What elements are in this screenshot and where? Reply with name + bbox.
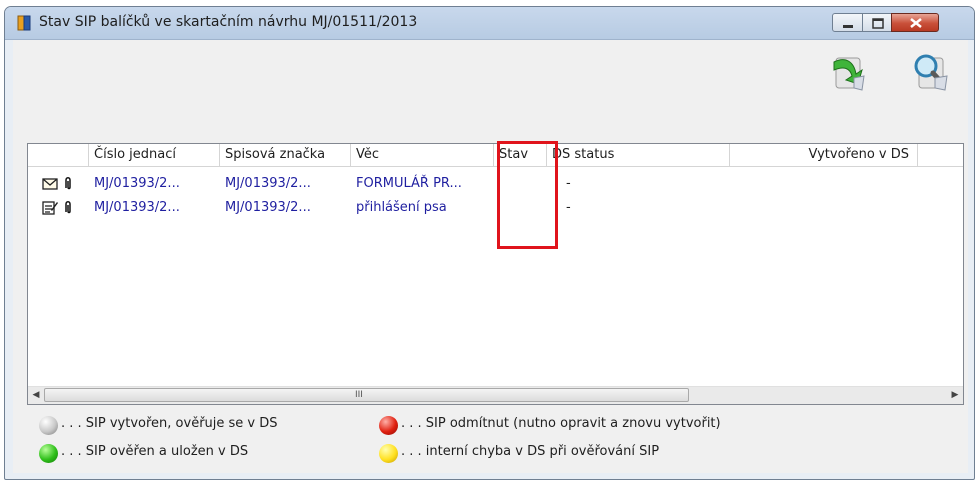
cell-ds-status: - [566,176,571,191]
column-header-ds-status[interactable]: DS status [547,144,730,166]
window-title: Stav SIP balíčků ve skartačním návrhu MJ… [39,14,418,30]
title-bar[interactable]: Stav SIP balíčků ve skartačním návrhu MJ… [5,7,974,40]
dialog-window: Stav SIP balíčků ve skartačním návrhu MJ… [4,6,975,480]
column-header-icons[interactable] [28,144,89,166]
attachment-icon [65,177,71,190]
status-yellow-icon [379,444,398,463]
export-button[interactable] [828,48,870,94]
highlight-box [497,141,558,249]
binder-icon [17,15,31,31]
status-red-icon [379,416,398,435]
horizontal-scrollbar[interactable]: ◀ III ▶ [28,386,963,404]
column-header-vytvoreno-v-ds[interactable]: Vytvořeno v DS [730,144,918,166]
scroll-left-arrow[interactable]: ◀ [28,387,44,404]
status-green-icon [39,444,58,463]
cell-cislo-jednaci: MJ/01393/2... [94,176,180,191]
legend-green-text: . . . SIP ověřen a uložen v DS [61,444,249,459]
scroll-right-arrow[interactable]: ▶ [947,387,963,404]
sip-packages-table: Číslo jednací Spisová značka Věc Stav DS… [27,143,964,405]
close-button[interactable] [891,13,939,32]
maximize-button[interactable] [862,13,892,32]
cell-vec: FORMULÁŘ PR... [356,176,462,191]
document-edit-icon [42,201,58,215]
column-header-vec[interactable]: Věc [351,144,494,166]
cell-spisova-znacka: MJ/01393/2... [225,200,311,215]
table-header: Číslo jednací Spisová značka Věc Stav DS… [28,144,963,167]
cell-vytvoreno-v-ds [730,172,918,196]
table-row[interactable]: MJ/01393/2... MJ/01393/2... FORMULÁŘ PR.… [28,172,963,196]
maximize-icon [872,18,884,29]
scrollbar-thumb[interactable]: III [44,388,689,402]
export-arrow-icon [833,57,865,91]
cell-cislo-jednaci: MJ/01393/2... [94,200,180,215]
cell-vec: přihlášení psa [356,200,447,215]
attachment-icon [65,201,71,214]
column-header-cislo-jednaci[interactable]: Číslo jednací [89,144,220,166]
cell-spisova-znacka: MJ/01393/2... [225,176,311,191]
legend-yellow-text: . . . interní chyba v DS při ověřování S… [401,444,660,459]
legend-gray-text: . . . SIP vytvořen, ověřuje se v DS [61,416,278,431]
scrollbar-grip: III [355,390,363,400]
legend-red-text: . . . SIP odmítnut (nutno opravit a znov… [401,416,721,431]
close-icon [910,18,922,28]
envelope-icon [42,178,58,190]
table-row[interactable]: MJ/01393/2... MJ/01393/2... přihlášení p… [28,196,963,220]
status-gray-icon [39,416,58,435]
minimize-button[interactable] [832,13,863,32]
minimize-icon [843,25,853,28]
search-button[interactable] [909,48,951,94]
magnifier-search-icon [914,54,948,91]
cell-vytvoreno-v-ds [730,196,918,220]
cell-ds-status: - [566,200,571,215]
column-header-spisova-znacka[interactable]: Spisová značka [220,144,351,166]
